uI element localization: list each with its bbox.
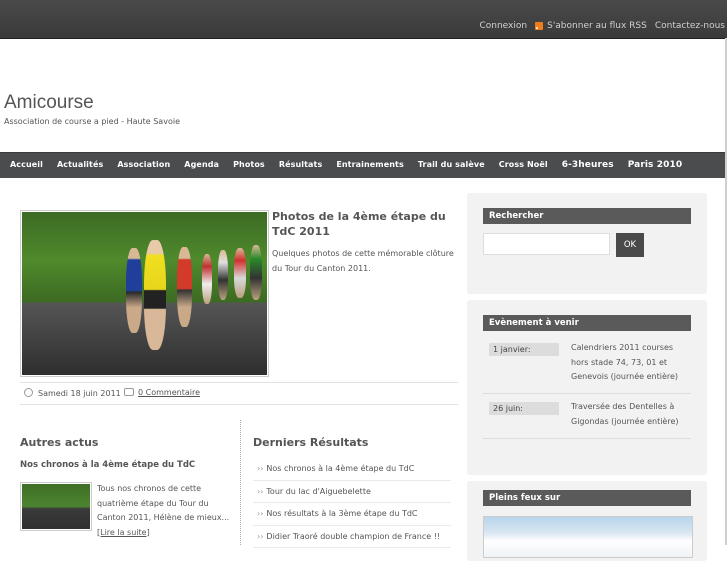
events-widget: Evènement à venir 1 janvier: Calendriers… — [467, 300, 707, 475]
runners-thumbnail-photo — [22, 484, 90, 529]
arrow-icon: ›› — [257, 531, 264, 541]
top-bar: Connexion S'abonner au flux RSS Contacte… — [0, 0, 727, 39]
comment-icon — [124, 388, 134, 396]
search-widget: Rechercher OK — [467, 193, 707, 294]
featured-image[interactable] — [20, 210, 269, 377]
site-title[interactable]: Amicourse — [4, 92, 94, 114]
connexion-link[interactable]: Connexion — [479, 21, 527, 31]
event-date: 26 juin: — [489, 402, 559, 415]
search-input[interactable] — [483, 233, 610, 255]
runners-photo — [22, 212, 267, 375]
post-date: Samedi 18 juin 2011 — [24, 388, 121, 398]
top-links: Connexion S'abonner au flux RSS Contacte… — [479, 21, 725, 31]
result-link[interactable]: Nos résultats à la 3ème étape du TdC — [266, 509, 417, 518]
pleins-feux-title: Pleins feux sur — [483, 490, 691, 506]
main-nav: Accueil Actualités Association Agenda Ph… — [0, 152, 725, 178]
nav-item-photos[interactable]: Photos — [233, 160, 265, 170]
read-more-link[interactable]: [Lire la suite] — [97, 528, 150, 537]
post-comments[interactable]: 0 Commentaire — [124, 388, 200, 397]
column-divider — [240, 420, 241, 545]
event-item[interactable]: 26 juin: Traversée des Dentelles à Gigon… — [483, 393, 691, 439]
nav-item-paris-2010[interactable]: Paris 2010 — [628, 160, 683, 170]
rss-link[interactable]: S'abonner au flux RSS — [547, 21, 647, 31]
search-widget-title: Rechercher — [483, 208, 691, 224]
autres-excerpt-text: Tous nos chronos de cette quatrième étap… — [97, 484, 230, 522]
pleins-feux-widget: Pleins feux sur — [467, 481, 707, 561]
list-item[interactable]: ›› Nos chronos à la 4ème étape du TdC — [253, 458, 451, 481]
result-link[interactable]: Nos chronos à la 4ème étape du TdC — [266, 464, 414, 473]
event-text[interactable]: Calendriers 2011 courses hors stade 74, … — [571, 341, 683, 385]
derniers-resultats-heading: Derniers Résultats — [253, 436, 369, 449]
featured-post-excerpt: Quelques photos de cette mémorable clôtu… — [272, 249, 454, 273]
rss-icon — [535, 22, 544, 30]
clock-icon — [24, 388, 33, 397]
post-date-text: Samedi 18 juin 2011 — [38, 389, 121, 398]
derniers-resultats-list: ›› Nos chronos à la 4ème étape du TdC ›› T… — [253, 458, 451, 548]
event-text[interactable]: Traversée des Dentelles à Gigondas (jour… — [571, 400, 683, 429]
nav-item-6-3heures[interactable]: 6-3heures — [562, 160, 614, 170]
autres-post-title[interactable]: Nos chronos à la 4ème étape du TdC — [20, 460, 195, 470]
mountain-image[interactable] — [483, 516, 693, 558]
list-item[interactable]: ›› Nos résultats à la 3ème étape du TdC — [253, 503, 451, 526]
event-date: 1 janvier: — [489, 343, 559, 356]
nav-item-association[interactable]: Association — [117, 160, 170, 170]
featured-post-title[interactable]: Photos de la 4ème étape du TdC 2011 — [272, 209, 462, 239]
contact-link[interactable]: Contactez-nous — [655, 21, 725, 31]
event-item[interactable]: 1 janvier: Calendriers 2011 courses hors… — [483, 338, 691, 394]
autres-post-excerpt: Tous nos chronos de cette quatrième étap… — [97, 482, 237, 540]
post-comments-link[interactable]: 0 Commentaire — [138, 388, 200, 397]
nav-item-accueil[interactable]: Accueil — [10, 160, 43, 170]
nav-item-actualites[interactable]: Actualités — [57, 160, 103, 170]
nav-item-cross-noel[interactable]: Cross Noël — [499, 160, 548, 170]
autres-post-thumbnail[interactable] — [20, 482, 92, 531]
arrow-icon: ›› — [257, 486, 264, 496]
list-item[interactable]: ›› Tour du lac d'Aiguebelette — [253, 481, 451, 503]
site-description: Association de course a pied - Haute Sav… — [4, 117, 180, 126]
arrow-icon: ›› — [257, 464, 264, 473]
arrow-icon: ›› — [257, 509, 264, 518]
post-meta: Samedi 18 juin 2011 0 Commentaire — [20, 382, 458, 405]
events-widget-title: Evènement à venir — [483, 315, 691, 331]
nav-item-trail[interactable]: Trail du salève — [418, 160, 485, 170]
result-link[interactable]: Didier Traoré double champion de France … — [266, 532, 440, 541]
search-button[interactable]: OK — [616, 233, 644, 257]
nav-item-entrainements[interactable]: Entrainements — [336, 160, 404, 170]
nav-item-resultats[interactable]: Résultats — [279, 160, 323, 170]
nav-item-agenda[interactable]: Agenda — [184, 160, 219, 170]
autres-actus-heading: Autres actus — [20, 436, 99, 449]
result-link[interactable]: Tour du lac d'Aiguebelette — [266, 487, 370, 496]
